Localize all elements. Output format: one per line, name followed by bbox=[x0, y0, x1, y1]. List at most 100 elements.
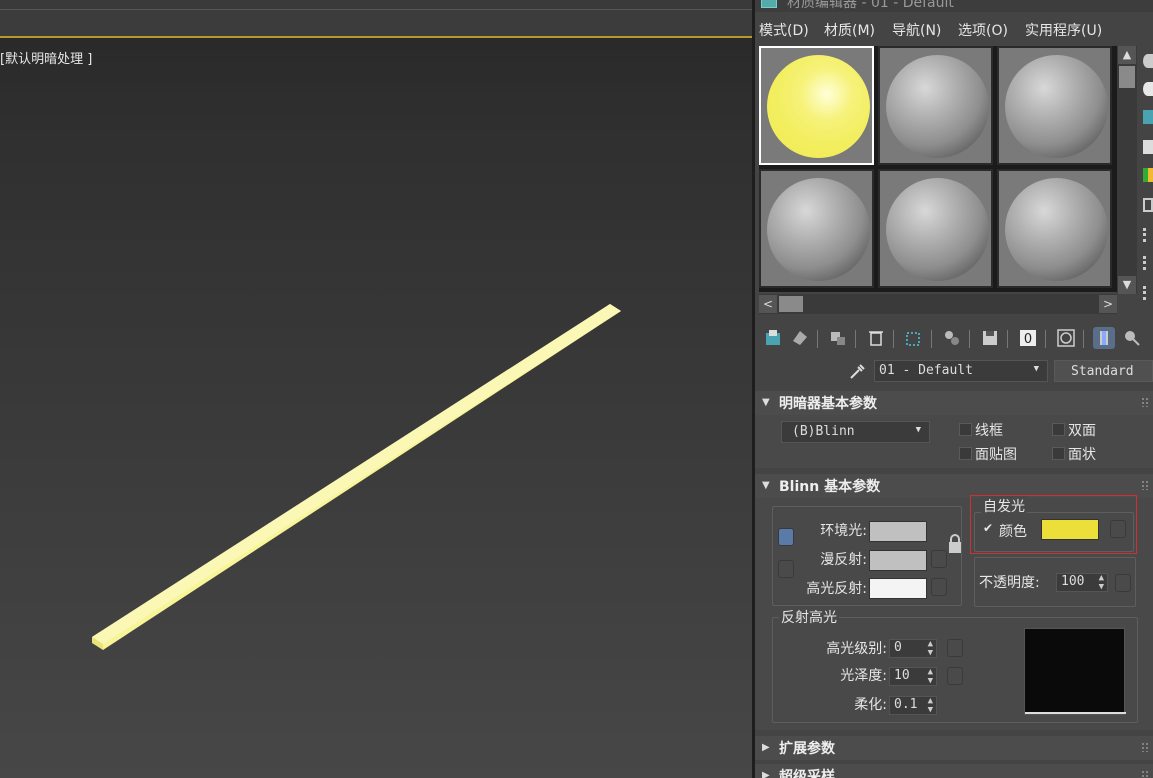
menu-bar: 模式(D) 材质(M) 导航(N) 选项(O) 实用程序(U) bbox=[755, 14, 1153, 42]
video-color-check-icon[interactable] bbox=[1143, 168, 1153, 182]
background-checker-icon[interactable] bbox=[1143, 110, 1153, 124]
show-shaded-icon[interactable] bbox=[1055, 327, 1077, 349]
glossiness-spinner[interactable]: 10 ▲ ▼ bbox=[889, 667, 937, 686]
material-sphere bbox=[767, 178, 870, 281]
show-end-result-icon[interactable] bbox=[1093, 327, 1115, 349]
collapse-triangle-icon: ▼ bbox=[762, 480, 770, 491]
scroll-thumb[interactable] bbox=[1119, 66, 1135, 88]
material-navigator-icon[interactable] bbox=[1143, 286, 1153, 300]
soften-label: 柔化: bbox=[854, 697, 887, 713]
make-unique-icon[interactable] bbox=[903, 327, 925, 349]
slots-vertical-scrollbar[interactable]: ▲ ▼ bbox=[1117, 46, 1137, 294]
rollout-title: Blinn 基本参数 bbox=[779, 479, 881, 495]
rollout-title: 明暗器基本参数 bbox=[779, 396, 877, 412]
put-to-scene-icon[interactable] bbox=[789, 327, 811, 349]
highlight-annotation bbox=[970, 495, 1137, 554]
glossiness-map-button[interactable] bbox=[947, 667, 963, 685]
sample-slot-4[interactable] bbox=[759, 169, 874, 288]
collapse-triangle-icon: ▼ bbox=[762, 397, 770, 408]
spinner-arrows-icon[interactable]: ▲ ▼ bbox=[1099, 574, 1104, 592]
ambient-color-swatch[interactable] bbox=[869, 521, 927, 542]
editor-toolbar: 0 bbox=[755, 324, 1153, 354]
lock-diffuse-specular-icon[interactable] bbox=[778, 560, 794, 578]
sample-uv-icon[interactable] bbox=[1143, 140, 1153, 154]
opacity-label: 不透明度: bbox=[979, 575, 1040, 591]
viewport[interactable]: [默认明暗处理 ] bbox=[0, 0, 752, 778]
get-material-icon[interactable] bbox=[763, 327, 785, 349]
material-sphere bbox=[767, 55, 870, 158]
shader-value: (B)Blinn bbox=[792, 424, 855, 439]
specular-color-swatch[interactable] bbox=[869, 578, 927, 599]
scroll-right-icon[interactable]: > bbox=[1099, 295, 1117, 313]
lock-icon[interactable] bbox=[948, 534, 962, 554]
spinner-arrows-icon[interactable]: ▲ ▼ bbox=[928, 668, 933, 686]
scroll-up-icon[interactable]: ▲ bbox=[1118, 46, 1136, 64]
faceted-checkbox[interactable] bbox=[1052, 447, 1065, 460]
opacity-map-button[interactable] bbox=[1115, 574, 1131, 592]
wire-checkbox[interactable] bbox=[959, 423, 972, 436]
rollout-extended-parameters[interactable]: ▶ 扩展参数 bbox=[755, 736, 1153, 760]
slots-horizontal-scrollbar[interactable]: < > bbox=[759, 294, 1117, 314]
assign-to-selection-icon[interactable] bbox=[827, 327, 849, 349]
sample-slot-2[interactable] bbox=[878, 46, 993, 165]
rollout-supersampling[interactable]: ▶ 超级采样 bbox=[755, 764, 1153, 778]
face-map-checkbox[interactable] bbox=[959, 447, 972, 460]
scroll-thumb[interactable] bbox=[779, 296, 803, 312]
sample-slots bbox=[759, 46, 1117, 292]
specular-map-button[interactable] bbox=[931, 578, 947, 596]
scroll-down-icon[interactable]: ▼ bbox=[1118, 276, 1136, 294]
options-icon[interactable] bbox=[1143, 228, 1153, 242]
shader-basic-body: (B)Blinn ▼ 线框 双面 面贴图 面状 bbox=[755, 415, 1153, 468]
specular-level-map-button[interactable] bbox=[947, 639, 963, 657]
eyedropper-icon[interactable] bbox=[847, 362, 867, 382]
delete-icon[interactable] bbox=[865, 327, 887, 349]
put-to-library-icon[interactable] bbox=[941, 327, 963, 349]
backlight-icon[interactable] bbox=[1143, 82, 1153, 96]
two-sided-label: 双面 bbox=[1068, 423, 1096, 439]
sample-slot-5[interactable] bbox=[878, 169, 993, 288]
face-map-label: 面贴图 bbox=[975, 447, 1017, 463]
menu-options[interactable]: 选项(O) bbox=[958, 20, 1008, 40]
material-editor-icon bbox=[761, 0, 777, 8]
lock-ambient-diffuse-icon[interactable] bbox=[778, 528, 794, 546]
material-sphere bbox=[886, 178, 989, 281]
save-icon[interactable] bbox=[979, 327, 1001, 349]
two-sided-checkbox[interactable] bbox=[1052, 423, 1065, 436]
make-preview-icon[interactable] bbox=[1143, 198, 1153, 212]
rollout-shader-basic[interactable]: ▼ 明暗器基本参数 bbox=[755, 391, 1153, 415]
grip-icon bbox=[1141, 742, 1149, 752]
svg-text:0: 0 bbox=[1024, 332, 1032, 347]
grip-icon bbox=[1141, 480, 1149, 490]
dropdown-arrow-icon: ▼ bbox=[915, 425, 921, 435]
material-type-button[interactable]: Standard bbox=[1054, 360, 1153, 382]
grip-icon bbox=[1141, 770, 1149, 778]
specular-level-spinner[interactable]: 0 ▲ ▼ bbox=[889, 639, 937, 658]
editor-title: 材质编辑器 - 01 - Default bbox=[787, 0, 954, 11]
select-by-material-icon[interactable] bbox=[1143, 256, 1153, 270]
shader-dropdown[interactable]: (B)Blinn ▼ bbox=[781, 421, 930, 443]
material-sphere bbox=[1005, 55, 1108, 158]
go-to-parent-icon[interactable] bbox=[1121, 327, 1143, 349]
spinner-arrows-icon[interactable]: ▲ ▼ bbox=[928, 697, 933, 715]
sample-type-sphere-icon[interactable] bbox=[1143, 54, 1153, 68]
material-name-dropdown[interactable]: 01 - Default ▼ bbox=[874, 360, 1048, 382]
menu-utilities[interactable]: 实用程序(U) bbox=[1025, 20, 1102, 40]
specular-label: 高光反射: bbox=[806, 581, 867, 597]
opacity-spinner[interactable]: 100 ▲ ▼ bbox=[1056, 573, 1108, 592]
menu-mode[interactable]: 模式(D) bbox=[759, 20, 809, 40]
spinner-arrows-icon[interactable]: ▲ ▼ bbox=[928, 640, 933, 658]
material-id-channel-icon[interactable]: 0 bbox=[1017, 327, 1039, 349]
specular-curve-preview bbox=[1024, 628, 1126, 715]
sample-slot-1[interactable] bbox=[759, 46, 874, 165]
soften-spinner[interactable]: 0.1 ▲ ▼ bbox=[889, 696, 937, 715]
menu-navigation[interactable]: 导航(N) bbox=[892, 20, 941, 40]
diffuse-map-button[interactable] bbox=[931, 550, 947, 568]
diffuse-color-swatch[interactable] bbox=[869, 550, 927, 571]
dropdown-arrow-icon: ▼ bbox=[1033, 364, 1039, 374]
menu-material[interactable]: 材质(M) bbox=[824, 20, 875, 40]
scroll-left-icon[interactable]: < bbox=[759, 295, 777, 313]
sample-slot-3[interactable] bbox=[997, 46, 1112, 165]
editor-title-bar[interactable]: 材质编辑器 - 01 - Default bbox=[755, 0, 1153, 12]
sample-slot-6[interactable] bbox=[997, 169, 1112, 288]
glossiness-label: 光泽度: bbox=[840, 668, 887, 684]
